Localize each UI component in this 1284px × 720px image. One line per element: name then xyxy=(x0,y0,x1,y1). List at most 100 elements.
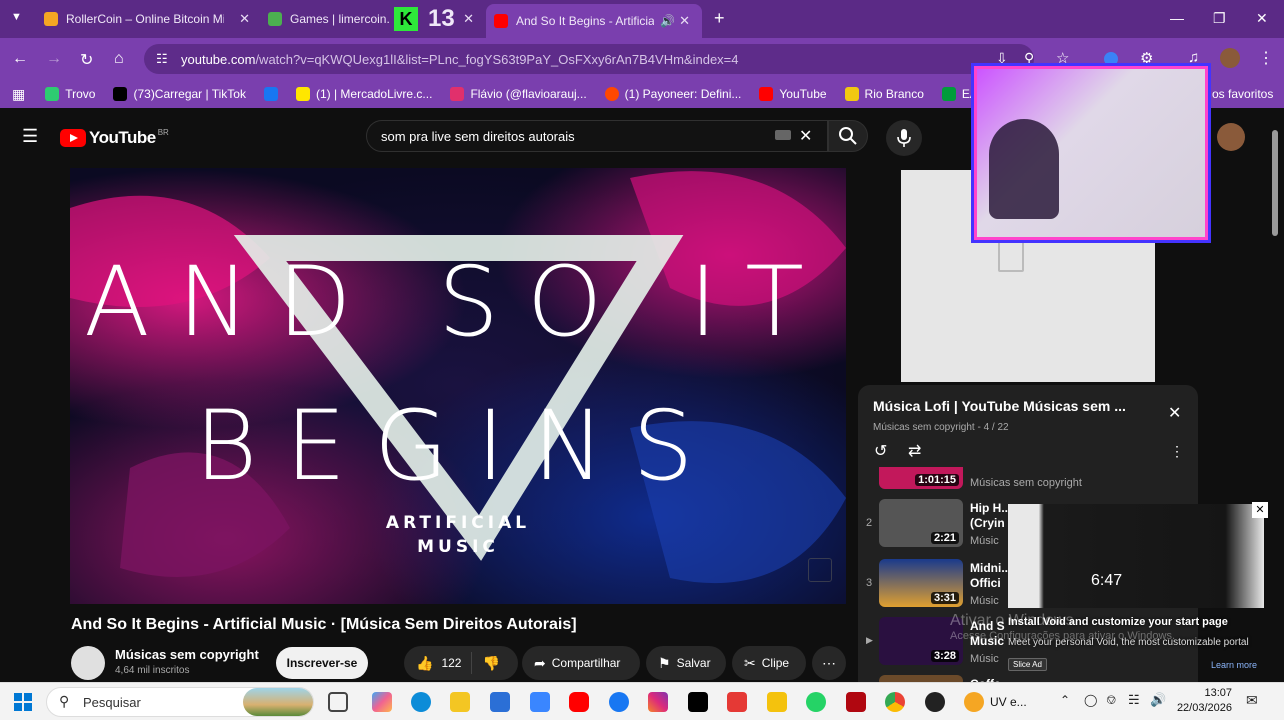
bookmark-mercadolivre[interactable]: (1) | MercadoLivre.c... xyxy=(295,87,432,101)
address-bar[interactable]: ☷ youtube.com/watch?v=qKWQUexg1lI&list=P… xyxy=(144,44,1069,74)
taskbar-clock[interactable]: 13:07 22/03/2026 xyxy=(1176,686,1232,716)
mail-icon[interactable] xyxy=(530,692,550,712)
close-tab-icon[interactable]: ✕ xyxy=(459,11,478,27)
taskbar-search-box[interactable]: ⚲ Pesquisar xyxy=(46,687,314,717)
search-button[interactable] xyxy=(828,120,868,152)
more-horizontal-icon: ⋯ xyxy=(822,654,836,671)
channel-avatar[interactable] xyxy=(71,646,105,680)
chrome-app-icon[interactable] xyxy=(885,692,905,712)
video-art-title-line1: AND SO IT xyxy=(84,246,832,358)
task-view-icon[interactable] xyxy=(328,692,348,712)
tray-wifi-icon[interactable]: ☵ xyxy=(1128,692,1140,708)
bookmark-payoneer[interactable]: (1) Payoneer: Defini... xyxy=(604,87,741,101)
ad-popup[interactable]: 6:47 ✕ xyxy=(1008,502,1268,608)
video-player[interactable]: AND SO IT BEGINS ARTIFICIAL MUSIC xyxy=(70,168,846,604)
whatsapp-app-icon[interactable] xyxy=(806,692,826,712)
profile-avatar[interactable] xyxy=(1220,48,1240,68)
tab-rollercoin[interactable]: RollerCoin – Online Bitcoin Min ✕ xyxy=(44,6,254,32)
user-avatar[interactable] xyxy=(1217,123,1245,151)
hamburger-menu-icon[interactable]: ☰ xyxy=(22,126,38,147)
all-bookmarks-link[interactable]: os favoritos xyxy=(1212,87,1273,101)
netflix-app-icon[interactable] xyxy=(846,692,866,712)
windows-activation-watermark: Ativar o Windows Acesse Configurações pa… xyxy=(950,612,1175,642)
tray-network-icon[interactable]: ◯ xyxy=(1084,693,1097,707)
audio-playing-icon[interactable]: 🔊 xyxy=(660,14,675,28)
tab-youtube-active[interactable]: And So It Begins - Artificial 🔊 ✕ xyxy=(486,4,702,38)
keyboard-icon[interactable] xyxy=(775,130,791,140)
extensions-puzzle-icon[interactable]: ⚙ xyxy=(1140,49,1153,67)
bookmark-instagram[interactable]: Flávio (@flavioarauj... xyxy=(450,87,587,101)
more-actions-button[interactable]: ⋯ xyxy=(812,646,846,680)
file-explorer-icon[interactable] xyxy=(450,692,470,712)
copilot-icon[interactable] xyxy=(372,692,392,712)
pdf-app-icon[interactable] xyxy=(727,692,747,712)
page-scrollbar[interactable] xyxy=(1272,130,1278,236)
x-app-icon[interactable] xyxy=(688,692,708,712)
taskbar-running-app[interactable]: UV e... xyxy=(964,687,1046,717)
forward-arrow-icon[interactable]: → xyxy=(46,50,62,68)
notifications-icon[interactable]: ✉ xyxy=(1246,692,1258,709)
rio-branco-icon xyxy=(844,87,859,101)
browser-menu-icon[interactable]: ⋮ xyxy=(1258,48,1274,68)
instagram-app-icon[interactable] xyxy=(648,692,668,712)
window-close-icon[interactable]: ✕ xyxy=(1256,10,1268,27)
playlist-thumbnail: 3:31 xyxy=(879,559,963,607)
notes-app-icon[interactable] xyxy=(767,692,787,712)
youtube-app-icon[interactable] xyxy=(569,692,589,712)
close-tab-icon[interactable]: ✕ xyxy=(235,11,254,27)
duration-badge: 3:31 xyxy=(930,592,959,604)
channel-name[interactable]: Músicas sem copyright xyxy=(115,647,259,662)
obs-app-icon[interactable] xyxy=(925,692,945,712)
ad-learn-more-link[interactable]: Learn more xyxy=(1211,660,1257,670)
overlay-counter: 13 xyxy=(428,6,455,32)
save-button[interactable]: ⚑ Salvar xyxy=(646,646,726,680)
trovo-icon xyxy=(45,87,60,101)
bookmark-trovo[interactable]: Trovo xyxy=(45,87,95,101)
media-control-icon[interactable]: ♫ xyxy=(1188,49,1199,66)
bookmark-star-icon[interactable]: ☆ xyxy=(1056,49,1069,67)
bookmark-rio-branco[interactable]: Rio Branco xyxy=(844,87,924,101)
instagram-icon xyxy=(450,87,465,101)
bookmark-tiktok[interactable]: (73)Carregar | TikTok xyxy=(113,87,246,101)
tray-chevron-icon[interactable]: ⌃ xyxy=(1060,693,1070,707)
store-icon[interactable] xyxy=(490,692,510,712)
channel-watermark-icon[interactable] xyxy=(808,558,832,582)
tray-volume-icon[interactable]: 🔊 xyxy=(1150,692,1166,708)
clock-date: 22/03/2026 xyxy=(1176,702,1232,714)
share-button[interactable]: ➦ Compartilhar xyxy=(522,646,640,680)
youtube-logo[interactable]: YouTube BR xyxy=(60,128,169,148)
playlist-subtitle: Músicas sem copyright - 4 / 22 xyxy=(873,422,1009,433)
playlist-title[interactable]: Música Lofi | YouTube Músicas sem ... xyxy=(873,398,1126,414)
extension-icon[interactable] xyxy=(1104,52,1118,66)
close-playlist-icon[interactable]: ✕ xyxy=(1168,403,1181,423)
tab-search-dropdown-icon[interactable]: ▼ xyxy=(11,11,22,23)
windows-start-icon[interactable] xyxy=(14,693,32,711)
site-info-icon[interactable]: ☷ xyxy=(156,51,168,67)
facebook-app-icon[interactable] xyxy=(609,692,629,712)
close-tab-icon[interactable]: ✕ xyxy=(675,13,694,29)
tray-mic-icon[interactable]: ⎊ xyxy=(1106,692,1116,708)
home-icon[interactable]: ⌂ xyxy=(114,50,124,68)
search-input[interactable]: som pra live sem direitos autorais ✕ xyxy=(366,120,828,152)
video-art-subtitle-line1: ARTIFICIAL xyxy=(385,513,531,533)
back-arrow-icon[interactable]: ← xyxy=(12,50,28,68)
subscribe-button[interactable]: Inscrever-se xyxy=(276,647,368,679)
bookmark-youtube[interactable]: YouTube xyxy=(759,87,827,101)
apps-grid-icon[interactable]: ▦ xyxy=(12,86,25,103)
minimize-icon[interactable]: — xyxy=(1170,10,1184,26)
like-button[interactable]: 👍 122 xyxy=(404,652,473,674)
zoom-icon[interactable]: ⚲ xyxy=(1024,50,1034,67)
new-tab-plus-icon[interactable]: + xyxy=(714,8,725,29)
clear-search-icon[interactable]: ✕ xyxy=(799,126,812,146)
tab-games[interactable]: Games | limercoin.c K 13 ✕ xyxy=(268,6,478,32)
restore-icon[interactable]: ❐ xyxy=(1213,10,1226,27)
voice-search-button[interactable] xyxy=(886,120,922,156)
close-popup-icon[interactable]: ✕ xyxy=(1252,502,1268,518)
dislike-button[interactable]: 👎 xyxy=(472,655,509,672)
bookmark-facebook[interactable] xyxy=(263,87,278,101)
install-app-icon[interactable]: ⇩ xyxy=(996,50,1008,67)
reload-icon[interactable]: ↻ xyxy=(80,50,93,70)
clip-button[interactable]: ✂ Clipe xyxy=(732,646,806,680)
edge-icon[interactable] xyxy=(411,692,431,712)
microphone-icon xyxy=(897,129,911,147)
